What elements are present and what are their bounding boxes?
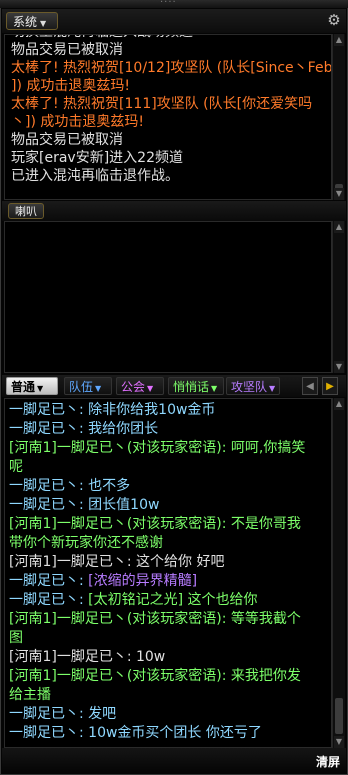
chat-message-line: 呢 bbox=[9, 459, 23, 475]
tab-normal-label: 普通 bbox=[11, 380, 36, 394]
loudspeaker-header: 喇叭 bbox=[2, 201, 346, 221]
system-message-line: 太棒了! 热烈祝贺[10/12]攻坚队 (队长[Since丶Feb bbox=[11, 60, 332, 76]
system-tab-label: 系统 bbox=[13, 15, 38, 29]
tab-normal[interactable]: 普通 ▼ bbox=[6, 377, 58, 395]
scroll-up-icon[interactable]: ▲ bbox=[334, 221, 344, 233]
scroll-down-icon[interactable]: ▼ bbox=[334, 361, 344, 373]
system-message-panel: 切换至混沌再临进入战场频道物品交易已被取消太棒了! 热烈祝贺[10/12]攻坚队… bbox=[4, 34, 332, 200]
chat-message-line: 一脚足已丶: [太初铭记之光] 这个也给你 bbox=[9, 592, 258, 608]
item-link[interactable]: [浓缩的异界精髓] bbox=[88, 573, 197, 589]
chat-scrollbar[interactable]: ▲ ▼ bbox=[332, 398, 345, 748]
chat-message-line: 一脚足已丶: [浓缩的异界精髓] bbox=[9, 573, 198, 589]
tab-raid-label: 攻坚队 bbox=[231, 380, 268, 394]
system-message-line: 物品交易已被取消 bbox=[11, 132, 123, 148]
chat-message-line: 图 bbox=[9, 630, 23, 646]
chevron-down-icon: ▼ bbox=[40, 19, 47, 28]
tab-guild[interactable]: 公会 ▼ bbox=[116, 377, 164, 395]
system-message-line: 丶]) 成功击退奥兹玛! bbox=[11, 114, 144, 130]
tab-raid[interactable]: 攻坚队 ▼ bbox=[226, 377, 280, 395]
chat-message-line: [河南1]一脚足已丶(对该玩家密语): 来我把你发 bbox=[9, 668, 301, 684]
chat-message-line: [河南1]一脚足已丶(对该玩家密语): 呵呵,你搞笑 bbox=[9, 440, 306, 456]
channel-tab-bar: 普通 ▼ 队伍 ▼ 公会 ▼ 悄悄话 ▼ 攻坚队 ▼ ◀ ▶ bbox=[2, 375, 346, 397]
chevron-down-icon: ▼ bbox=[147, 384, 154, 393]
chat-message-line: [河南1]一脚足已丶: 10w bbox=[9, 649, 166, 665]
window-drag-handle[interactable]: .... bbox=[0, 0, 348, 8]
chat-message-line: [河南1]一脚足已丶: 这个给你 好吧 bbox=[9, 554, 225, 570]
gear-icon[interactable]: ⚙ bbox=[326, 12, 342, 28]
chevron-down-icon: ▼ bbox=[269, 384, 276, 393]
system-tab-button[interactable]: 系统 ▼ bbox=[6, 12, 58, 30]
system-scrollbar[interactable]: ▲ ▼ bbox=[332, 34, 345, 200]
chat-message-line: 一脚足已丶: 也不多 bbox=[9, 478, 131, 494]
system-header: 系统 ▼ ⚙ bbox=[2, 9, 346, 33]
triangle-right-icon[interactable]: ▶ bbox=[322, 377, 338, 395]
scroll-down-icon[interactable]: ▼ bbox=[334, 188, 344, 200]
tab-party-label: 队伍 bbox=[69, 380, 94, 394]
scroll-up-icon[interactable]: ▲ bbox=[334, 34, 344, 46]
clear-screen-button[interactable]: 清屏 bbox=[316, 753, 340, 770]
chat-footer: 清屏 bbox=[2, 748, 346, 773]
tab-whisper[interactable]: 悄悄话 ▼ bbox=[168, 377, 224, 395]
tab-whisper-label: 悄悄话 bbox=[173, 380, 210, 394]
chat-message-line: [河南1]一脚足已丶(对该玩家密语): 不是你哥我 bbox=[9, 516, 301, 532]
system-message-line: 太棒了! 热烈祝贺[111]攻坚队 (队长[你还爱笑吗 bbox=[11, 96, 313, 112]
scroll-thumb[interactable] bbox=[335, 698, 343, 734]
scroll-up-icon[interactable]: ▲ bbox=[334, 398, 344, 410]
system-message-line: ]) 成功击退奥兹玛! bbox=[11, 78, 130, 94]
system-message-line: 玩家[erav安新]进入22频道 bbox=[11, 150, 183, 166]
chevron-down-icon: ▼ bbox=[95, 384, 102, 393]
chat-message-line: [河南1]一脚足已丶(对该玩家密语): 等等我截个 bbox=[9, 611, 301, 627]
system-message-line: 已进入混沌再临击退作战。 bbox=[11, 168, 179, 184]
chat-message-line: 给主播 bbox=[9, 687, 51, 703]
scroll-down-icon[interactable]: ▼ bbox=[334, 736, 344, 748]
loudspeaker-scrollbar[interactable]: ▲ ▼ bbox=[332, 221, 345, 373]
item-link[interactable]: [太初铭记之光] bbox=[88, 592, 183, 608]
chat-message-line: 一脚足已丶: 发吧 bbox=[9, 706, 117, 722]
chevron-down-icon: ▼ bbox=[211, 384, 218, 393]
loudspeaker-panel bbox=[4, 221, 332, 373]
chat-message-line: 一脚足已丶: 团长值10w bbox=[9, 497, 160, 513]
chat-message-line: 一脚足已丶: 10w金币买个团长 你还亏了 bbox=[9, 725, 262, 741]
loudspeaker-button[interactable]: 喇叭 bbox=[8, 203, 44, 219]
chevron-down-icon: ▼ bbox=[37, 384, 44, 393]
chat-message-panel: 一脚足已丶: 除非你给我10w金币 一脚足已丶: 我给你团长 [河南1]一脚足已丶(… bbox=[4, 398, 332, 748]
tab-guild-label: 公会 bbox=[121, 380, 146, 394]
tab-party[interactable]: 队伍 ▼ bbox=[64, 377, 112, 395]
chat-message-line: 带你个新玩家你还不感谢 bbox=[9, 535, 163, 551]
system-message-line: 切换至混沌再临进入战场频道 bbox=[11, 35, 193, 41]
chat-message-line: 一脚足已丶: 除非你给我10w金币 bbox=[9, 402, 216, 418]
system-message-line: 物品交易已被取消 bbox=[11, 42, 123, 58]
chat-message-line: 一脚足已丶: 我给你团长 bbox=[9, 421, 159, 437]
triangle-left-icon[interactable]: ◀ bbox=[302, 377, 318, 395]
